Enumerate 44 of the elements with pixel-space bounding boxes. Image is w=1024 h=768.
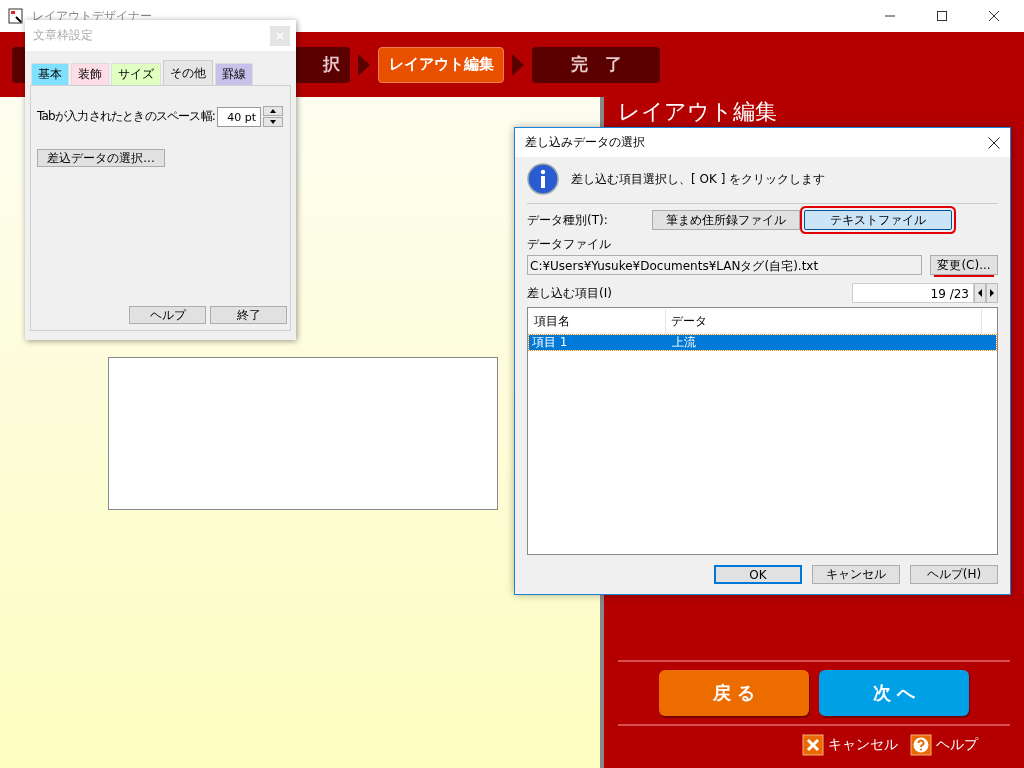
- tab[interactable]: 罫線: [215, 63, 253, 85]
- tab[interactable]: サイズ: [111, 63, 161, 85]
- spin-buttons-icon[interactable]: [262, 106, 283, 127]
- step-tab[interactable]: 完 了: [532, 46, 660, 83]
- dialog-button[interactable]: OK: [714, 565, 802, 584]
- spacing-field[interactable]: 40 pt: [216, 106, 261, 127]
- step-arrow-icon: [512, 53, 524, 76]
- step-tab[interactable]: レイアウト編集: [378, 46, 504, 83]
- data-type-label: データ種別(T):: [527, 211, 609, 229]
- merge-items-label: 差し込む項目(I): [527, 284, 612, 302]
- spacing-label: Tabが入力されたときのスペース幅:: [37, 108, 215, 125]
- data-type-option[interactable]: 筆まめ住所録ファイル: [652, 210, 800, 230]
- close-icon[interactable]: [988, 10, 1000, 22]
- file-path-field[interactable]: C:¥Users¥Yusuke¥Documents¥LANタグ(自宅).txt: [527, 255, 922, 275]
- list-row[interactable]: 項目 1 上流: [529, 335, 996, 350]
- previous-icon[interactable]: [974, 283, 986, 303]
- dialog-button[interactable]: 終了: [210, 306, 287, 324]
- data-file-label: データファイル: [527, 236, 612, 253]
- instruction-text: 差し込む項目選択し、[ OK ] をクリックします: [571, 170, 826, 188]
- dialog-button[interactable]: ヘルプ: [129, 306, 206, 324]
- maximize-icon[interactable]: [936, 10, 948, 22]
- close-icon[interactable]: [988, 136, 1000, 149]
- dialog-title: 文章枠設定: [33, 27, 94, 44]
- help-icon[interactable]: [910, 734, 932, 756]
- help-link[interactable]: ヘルプ: [936, 736, 978, 754]
- dialog-button[interactable]: キャンセル: [812, 565, 900, 584]
- list-cell-text: 上流: [671, 335, 697, 350]
- column-header[interactable]: 項目名: [529, 309, 666, 333]
- column-header[interactable]: データ: [666, 309, 982, 333]
- dialog-button[interactable]: ヘルプ(H): [910, 565, 998, 584]
- info-icon: [527, 163, 559, 195]
- change-button[interactable]: 変更(C)...: [930, 255, 998, 275]
- step-arrow-icon: [358, 53, 370, 76]
- panel-heading: レイアウト編集: [618, 99, 777, 125]
- tab[interactable]: 基本: [31, 63, 69, 85]
- item-counter-field[interactable]: 19 /23: [852, 283, 974, 303]
- tab[interactable]: その他: [163, 60, 213, 85]
- app-icon: [8, 8, 24, 24]
- list-cell-text: 項目 1: [531, 335, 569, 350]
- next-icon[interactable]: [986, 283, 998, 303]
- merge-data-button[interactable]: 差込データの選択...: [37, 149, 165, 167]
- cancel-link[interactable]: キャンセル: [828, 736, 898, 754]
- tab[interactable]: 装飾: [71, 63, 109, 85]
- dialog-title: 差し込みデータの選択: [525, 134, 646, 151]
